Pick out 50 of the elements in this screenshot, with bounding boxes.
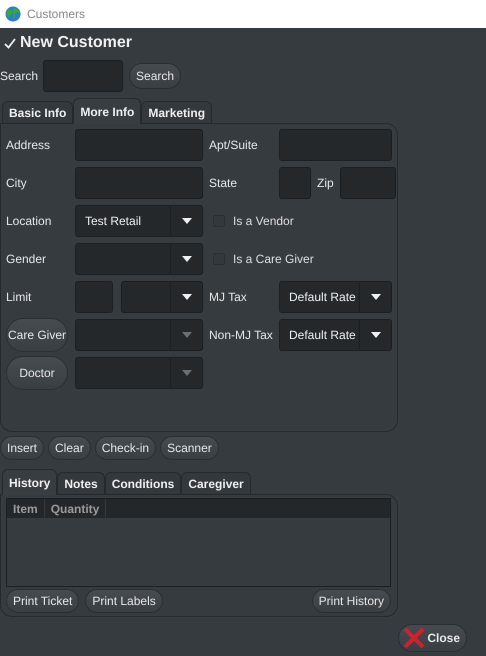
checkbox-label: Is a Care Giver: [233, 252, 314, 266]
field-label: Gender: [6, 252, 48, 266]
search-field[interactable]: [43, 60, 124, 92]
input-field[interactable]: [340, 167, 396, 199]
column-header: Quantity: [44, 499, 106, 518]
tab[interactable]: Caregiver: [181, 472, 251, 494]
form-title: New Customer: [20, 34, 132, 52]
action-button[interactable]: Clear: [48, 436, 91, 460]
close-button[interactable]: Close: [398, 624, 467, 652]
tab[interactable]: More Info: [73, 98, 142, 124]
dropdown[interactable]: Test Retail: [75, 205, 203, 237]
dropdown[interactable]: [75, 357, 203, 389]
print-button[interactable]: Print History: [312, 589, 391, 613]
input-field[interactable]: [75, 129, 203, 161]
field-label: State: [209, 176, 238, 190]
globe-icon: [5, 6, 21, 22]
window-title: Customers: [27, 7, 86, 21]
dropdown[interactable]: Default Rate: [279, 281, 392, 313]
input-field[interactable]: [75, 167, 203, 199]
tab[interactable]: Notes: [57, 472, 105, 494]
tab[interactable]: Basic Info: [2, 101, 74, 123]
field-label: Location: [6, 214, 52, 228]
checkbox-label: Is a Vendor: [233, 214, 294, 228]
print-button[interactable]: Print Labels: [85, 589, 163, 613]
field-label: Zip: [316, 176, 335, 190]
dropdown[interactable]: [75, 319, 203, 351]
search-label: Search: [0, 69, 38, 83]
field-label: Non-MJ Tax: [209, 328, 274, 342]
tab[interactable]: History: [2, 469, 58, 495]
field-label: Address: [6, 138, 52, 152]
input-field[interactable]: [279, 167, 311, 199]
tab[interactable]: Marketing: [141, 101, 212, 123]
action-button[interactable]: Check-in: [94, 436, 156, 460]
close-icon: [403, 627, 426, 649]
dropdown[interactable]: [121, 281, 203, 313]
action-button[interactable]: Insert: [0, 436, 44, 460]
checkmark-icon: [4, 38, 16, 48]
dropdown[interactable]: Default Rate: [279, 319, 392, 351]
tab[interactable]: Conditions: [104, 472, 182, 494]
field-label: City: [6, 176, 28, 190]
print-button[interactable]: Print Ticket: [6, 589, 80, 613]
field-label: Limit: [6, 290, 32, 304]
action-button[interactable]: Scanner: [160, 436, 219, 460]
dropdown[interactable]: [75, 243, 203, 275]
field-label: MJ Tax: [209, 290, 248, 304]
input-field[interactable]: [75, 281, 113, 313]
column-header: Item: [7, 499, 45, 518]
search-button[interactable]: Search: [129, 63, 182, 89]
field-label: Apt/Suite: [209, 138, 259, 152]
input-field[interactable]: [279, 129, 392, 161]
